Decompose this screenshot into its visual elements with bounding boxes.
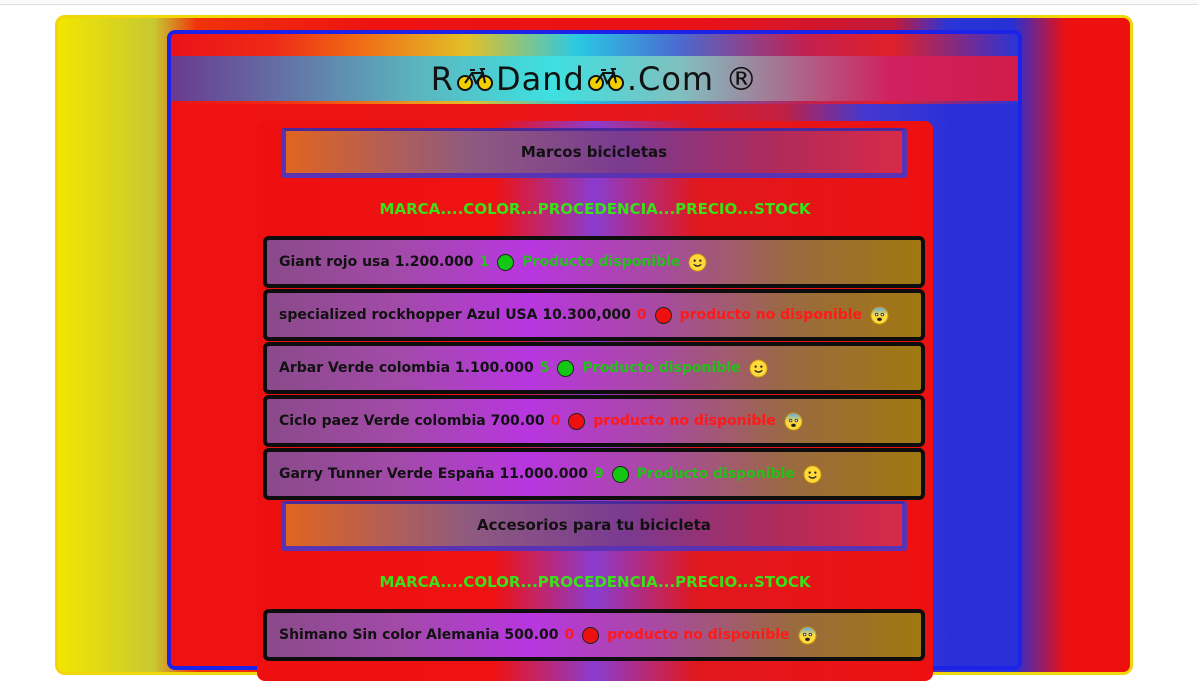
site-title: R Dand .Com ® bbox=[431, 60, 759, 98]
section-title: Accesorios para tu bicicleta bbox=[477, 516, 711, 534]
stock-count: 0 bbox=[550, 413, 561, 429]
product-row: Giant rojo usa 1.200.000 1 Producto disp… bbox=[263, 236, 925, 288]
availability-status: Producto disponible bbox=[582, 360, 741, 376]
product-row: specialized rockhopper Azul USA 10.300,0… bbox=[263, 289, 925, 341]
product-row: Arbar Verde colombia 1.100.000 5 Product… bbox=[263, 342, 925, 394]
unavailable-dot-icon bbox=[568, 412, 586, 430]
stock-count: 5 bbox=[539, 360, 550, 376]
anxious-face-icon bbox=[798, 625, 817, 645]
product-text: specialized rockhopper Azul USA 10.300,0… bbox=[279, 307, 631, 323]
site-title-part-2: Dand bbox=[495, 59, 585, 98]
column-header: MARCA....COLOR...PROCEDENCIA...PRECIO...… bbox=[379, 200, 811, 218]
section-title: Marcos bicicletas bbox=[520, 143, 668, 161]
smiley-face-icon bbox=[749, 358, 768, 378]
unavailable-dot-icon bbox=[582, 626, 600, 644]
stock-count: 1 bbox=[479, 254, 490, 270]
product-text: Shimano Sin color Alemania 500.00 bbox=[279, 627, 559, 643]
availability-status: producto no disponible bbox=[607, 627, 790, 643]
stock-count: 0 bbox=[564, 627, 575, 643]
site-title-part-1: R bbox=[430, 59, 454, 98]
bicycle-icon bbox=[456, 67, 493, 91]
section-header-frames: Marcos bicicletas bbox=[281, 128, 907, 178]
column-header: MARCA....COLOR...PROCEDENCIA...PRECIO...… bbox=[379, 573, 811, 591]
anxious-face-icon bbox=[870, 305, 889, 325]
product-text: Ciclo paez Verde colombia 700.00 bbox=[279, 413, 545, 429]
product-row: Ciclo paez Verde colombia 700.00 0 produ… bbox=[263, 395, 925, 447]
availability-status: Producto disponible bbox=[636, 466, 795, 482]
site-header: R Dand .Com ® bbox=[171, 56, 1018, 101]
browser-top-edge bbox=[0, 0, 1198, 5]
product-text: Garry Tunner Verde España 11.000.000 bbox=[279, 466, 589, 482]
site-title-part-3: .Com ® bbox=[626, 59, 759, 98]
availability-status: producto no disponible bbox=[593, 413, 776, 429]
bicycle-icon bbox=[587, 67, 624, 91]
products-panel: Marcos bicicletas MARCA....COLOR...PROCE… bbox=[257, 121, 933, 681]
unavailable-dot-icon bbox=[654, 306, 672, 324]
section-header-accessories: Accesorios para tu bicicleta bbox=[281, 501, 907, 551]
available-dot-icon bbox=[557, 359, 575, 377]
product-row: Garry Tunner Verde España 11.000.000 9 P… bbox=[263, 448, 925, 500]
stock-count: 9 bbox=[594, 466, 604, 482]
smiley-face-icon bbox=[688, 252, 707, 272]
available-dot-icon bbox=[611, 465, 629, 483]
stock-count: 0 bbox=[636, 307, 647, 323]
availability-status: producto no disponible bbox=[679, 307, 863, 323]
product-row: Shimano Sin color Alemania 500.00 0 prod… bbox=[263, 609, 925, 661]
availability-status: Producto disponible bbox=[522, 254, 681, 270]
product-text: Arbar Verde colombia 1.100.000 bbox=[279, 360, 534, 376]
available-dot-icon bbox=[497, 253, 515, 271]
product-text: Giant rojo usa 1.200.000 bbox=[279, 254, 474, 270]
smiley-face-icon bbox=[803, 464, 822, 484]
anxious-face-icon bbox=[784, 411, 803, 431]
